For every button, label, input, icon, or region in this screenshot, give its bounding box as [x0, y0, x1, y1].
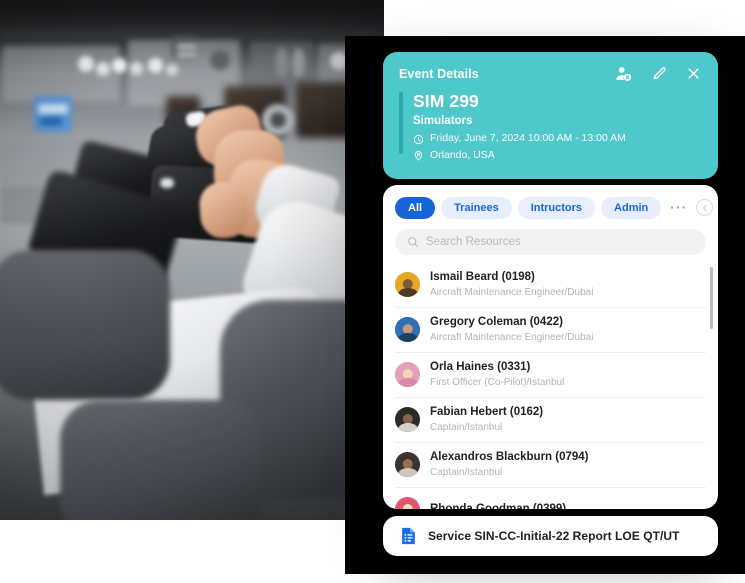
card-title: Event Details — [399, 66, 479, 81]
tab-trainees[interactable]: Trainees — [441, 196, 512, 219]
avatar — [395, 317, 420, 343]
list-item[interactable]: Rhonda Goodman (0399) — [395, 488, 706, 509]
list-item[interactable]: Ismail Beard (0198) Aircraft Maintenance… — [395, 263, 706, 308]
header-actions — [615, 65, 702, 82]
search-box[interactable] — [395, 228, 706, 255]
list-item-text: Gregory Coleman (0422) Aircraft Maintena… — [430, 315, 593, 344]
avatar — [395, 362, 420, 388]
filter-tabs: All Trainees Intructors Admin ··· — [383, 196, 718, 219]
resource-name: Gregory Coleman (0422) — [430, 316, 563, 329]
event-datetime-text: Friday, June 7, 2024 10:00 AM - 13:00 AM — [430, 132, 626, 145]
search-icon — [407, 236, 419, 248]
tabs-overflow-button[interactable]: ··· — [667, 201, 690, 214]
event-location-row: Orlando, USA — [413, 148, 702, 164]
accent-bar — [399, 92, 403, 154]
card-body: All Trainees Intructors Admin ··· Search… — [383, 184, 718, 509]
document-footer[interactable]: Service SIN-CC-Initial-22 Report LOE QT/… — [383, 515, 718, 556]
list-item[interactable]: Fabian Hebert (0162) Captain/Istanbul — [395, 398, 706, 443]
search-input[interactable] — [426, 235, 694, 248]
map-pin-icon — [413, 150, 424, 161]
event-details-card: Event Details SIM 299 Simulators Friday,… — [383, 52, 718, 556]
screenshot-root: Event Details SIM 299 Simulators Friday,… — [0, 0, 745, 583]
list-item-text: Fabian Hebert (0162) Captain/Istanbul — [430, 405, 543, 434]
avatar — [395, 452, 420, 478]
search-section — [383, 219, 718, 263]
list-item[interactable]: Orla Haines (0331) First Officer (Co-Pil… — [395, 353, 706, 398]
tabs-pager — [696, 199, 718, 217]
header-top-row: Event Details — [399, 65, 702, 82]
list-item-text: Ismail Beard (0198) Aircraft Maintenance… — [430, 270, 593, 299]
list-item[interactable]: Gregory Coleman (0422) Aircraft Maintena… — [395, 308, 706, 353]
event-datetime-row: Friday, June 7, 2024 10:00 AM - 13:00 AM — [413, 131, 702, 147]
avatar — [395, 272, 420, 298]
event-name: SIM 299 — [413, 91, 479, 111]
resource-name: Ismail Beard (0198) — [430, 271, 535, 284]
avatar — [395, 497, 420, 509]
clock-icon — [413, 134, 424, 145]
avatar — [395, 407, 420, 433]
document-label: Service SIN-CC-Initial-22 Report LOE QT/… — [428, 528, 680, 543]
event-location-text: Orlando, USA — [430, 148, 495, 161]
cockpit-background-photo — [0, 0, 384, 520]
resource-role: Aircraft Maintenance Engineer/Dubai — [430, 286, 594, 298]
remove-attendee-icon[interactable] — [615, 65, 632, 82]
resource-name: Orla Haines (0331) — [430, 361, 531, 374]
edit-icon[interactable] — [650, 65, 667, 82]
tab-all[interactable]: All — [395, 196, 436, 219]
resource-role: Captain/Istanbul — [430, 421, 503, 433]
tab-instructors[interactable]: Intructors — [517, 196, 596, 219]
resource-name: Rhonda Goodman (0399) — [430, 502, 566, 509]
chevron-left-icon[interactable] — [696, 199, 714, 217]
resource-role: Aircraft Maintenance Engineer/Dubai — [430, 331, 594, 343]
list-item-text: Alexandros Blackburn (0794) Captain/Ista… — [430, 450, 589, 479]
list-scrollbar-thumb[interactable] — [710, 266, 713, 329]
resource-list[interactable]: Ismail Beard (0198) Aircraft Maintenance… — [383, 263, 718, 509]
list-item-text: Orla Haines (0331) First Officer (Co-Pil… — [430, 360, 564, 389]
event-summary: SIM 299 Simulators Friday, June 7, 2024 … — [399, 91, 702, 164]
resource-name: Fabian Hebert (0162) — [430, 406, 544, 419]
list-item-text: Rhonda Goodman (0399) — [430, 502, 566, 509]
event-category: Simulators — [413, 115, 473, 128]
resource-role: Captain/Istanbul — [430, 466, 503, 478]
close-icon[interactable] — [685, 65, 702, 82]
tab-admin[interactable]: Admin — [601, 196, 662, 219]
resource-role: First Officer (Co-Pilot)/Istanbul — [430, 376, 565, 388]
list-item[interactable]: Alexandros Blackburn (0794) Captain/Ista… — [395, 443, 706, 488]
card-header: Event Details SIM 299 Simulators Friday,… — [383, 52, 718, 179]
resource-name: Alexandros Blackburn (0794) — [430, 451, 589, 464]
document-icon — [400, 526, 417, 546]
